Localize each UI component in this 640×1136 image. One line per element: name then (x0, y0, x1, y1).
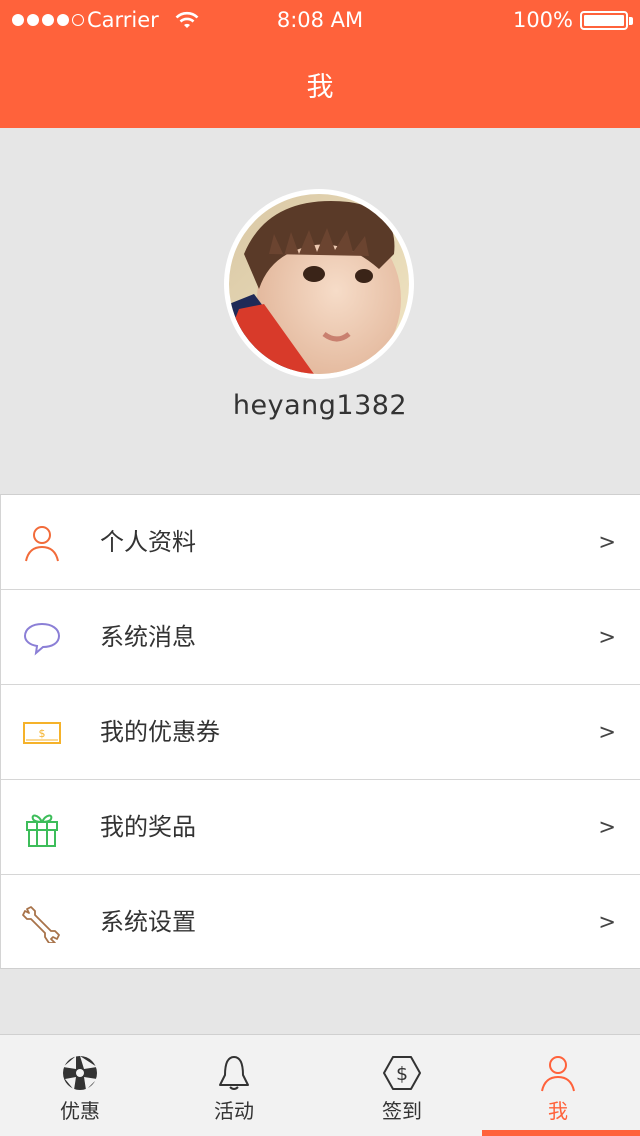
gift-icon (26, 814, 58, 847)
aperture-icon (63, 1056, 97, 1090)
page-title: 我 (306, 72, 334, 103)
menu-item-profile[interactable]: 个人资料 > (1, 495, 640, 590)
menu-item-label: 个人资料 (100, 528, 196, 556)
person-icon (541, 1056, 575, 1092)
bell-icon (219, 1056, 249, 1090)
tab-activities[interactable]: 活动 (154, 1035, 314, 1136)
svg-text:$: $ (39, 727, 46, 740)
menu-item-label: 我的优惠券 (100, 718, 220, 746)
menu-item-coupons[interactable]: $ 我的优惠券 > (1, 685, 640, 780)
status-bar: Carrier 8:08 AM 100% (0, 0, 640, 40)
menu-item-messages[interactable]: 系统消息 > (1, 590, 640, 685)
menu-item-prizes[interactable]: 我的奖品 > (1, 780, 640, 875)
avatar-photo (229, 194, 409, 374)
top-bar: Carrier 8:08 AM 100% 我 (0, 0, 640, 128)
person-icon (25, 526, 59, 562)
tab-bar: 优惠 活动 $ 签到 我 (0, 1034, 640, 1136)
tab-label: 活动 (214, 1099, 254, 1123)
menu-item-settings[interactable]: 系统设置 > (1, 875, 640, 970)
chevron-right-icon: > (598, 625, 616, 649)
battery-percent: 100% (512, 8, 573, 32)
menu-list: 个人资料 > 系统消息 > $ 我的优惠券 > 我的奖品 > 系统设置 > (0, 494, 640, 969)
dollar-hexagon-icon: $ (383, 1056, 421, 1090)
battery-icon (580, 11, 628, 30)
chevron-right-icon: > (598, 720, 616, 744)
tab-label: 我 (548, 1099, 568, 1123)
chevron-right-icon: > (598, 815, 616, 839)
menu-item-label: 系统消息 (100, 623, 196, 651)
wrench-icon (22, 906, 60, 943)
tab-me[interactable]: 我 (478, 1035, 638, 1136)
avatar[interactable] (224, 189, 414, 379)
tab-label: 优惠 (60, 1099, 100, 1123)
chevron-right-icon: > (598, 910, 616, 934)
tab-deals[interactable]: 优惠 (0, 1035, 160, 1136)
tab-checkin[interactable]: $ 签到 (322, 1035, 482, 1136)
svg-text:$: $ (396, 1063, 408, 1085)
coupon-icon: $ (23, 722, 61, 744)
username: heyang1382 (232, 390, 408, 421)
tab-label: 签到 (382, 1099, 422, 1123)
chevron-right-icon: > (598, 530, 616, 554)
chat-bubble-icon (23, 622, 61, 656)
menu-item-label: 我的奖品 (100, 813, 196, 841)
menu-item-label: 系统设置 (100, 908, 196, 936)
active-tab-indicator (482, 1130, 640, 1136)
